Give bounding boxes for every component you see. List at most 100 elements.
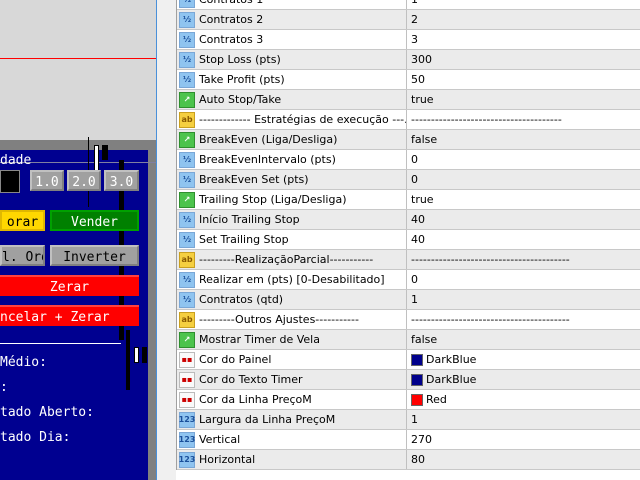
param-row[interactable]: 123 Vertical 270: [177, 430, 640, 450]
param-row[interactable]: ▪▪ Cor do Texto Timer DarkBlue: [177, 370, 640, 390]
param-value-cell[interactable]: 3: [407, 30, 640, 49]
param-value-cell[interactable]: 40: [407, 230, 640, 249]
param-row[interactable]: ab ---------Outros Ajustes----------- ----…: [177, 310, 640, 330]
param-value-cell[interactable]: DarkBlue: [407, 370, 640, 389]
param-row[interactable]: ½ BreakEvenIntervalo (pts) 0: [177, 150, 640, 170]
param-name-cell: ↗ Auto Stop/Take: [177, 90, 407, 109]
param-value-cell[interactable]: true: [407, 190, 640, 209]
param-value-cell[interactable]: 2: [407, 10, 640, 29]
cancel-orders-button[interactable]: l. Ord: [0, 245, 45, 266]
param-name-cell: 123 Largura da Linha PreçoM: [177, 410, 407, 429]
param-value-cell[interactable]: 0: [407, 150, 640, 169]
param-row[interactable]: ↗ BreakEven (Liga/Desliga) false: [177, 130, 640, 150]
param-value-cell[interactable]: DarkBlue: [407, 350, 640, 369]
param-row[interactable]: 123 Largura da Linha PreçoM 1: [177, 410, 640, 430]
qty-1-button[interactable]: 1.0: [30, 170, 64, 191]
num-type-icon: ½: [179, 151, 195, 168]
color-swatch: [411, 393, 423, 406]
param-value[interactable]: 0: [411, 273, 418, 286]
candle: [142, 347, 147, 363]
param-value[interactable]: 0: [411, 153, 418, 166]
param-row[interactable]: 123 Horizontal 80: [177, 450, 640, 470]
cancel-zero-button[interactable]: ncelar + Zerar: [0, 305, 139, 326]
param-name: Horizontal: [199, 453, 256, 466]
param-row[interactable]: ↗ Trailing Stop (Liga/Desliga) true: [177, 190, 640, 210]
param-value[interactable]: 300: [411, 53, 432, 66]
param-value[interactable]: 40: [411, 233, 425, 246]
param-value[interactable]: ----------------------------------------: [411, 313, 570, 326]
param-value[interactable]: false: [411, 133, 437, 146]
param-row[interactable]: ↗ Auto Stop/Take true: [177, 90, 640, 110]
invert-button[interactable]: Inverter: [50, 245, 139, 266]
bool-type-icon: ↗: [179, 191, 195, 208]
param-value[interactable]: Red: [426, 393, 447, 406]
splitter[interactable]: [156, 0, 176, 480]
param-value-cell[interactable]: 0: [407, 170, 640, 189]
param-value[interactable]: DarkBlue: [426, 353, 476, 366]
zero-button[interactable]: Zerar: [0, 275, 139, 296]
param-value-cell[interactable]: false: [407, 330, 640, 349]
param-name-cell: ½ Stop Loss (pts): [177, 50, 407, 69]
param-value-cell[interactable]: 50: [407, 70, 640, 89]
param-value-cell[interactable]: 80: [407, 450, 640, 469]
param-value-cell[interactable]: false: [407, 130, 640, 149]
param-value[interactable]: 1: [411, 0, 418, 6]
param-name: Contratos 1: [199, 0, 263, 6]
sell-button[interactable]: Vender: [50, 210, 139, 231]
param-row[interactable]: ½ Início Trailing Stop 40: [177, 210, 640, 230]
param-value-cell[interactable]: 300: [407, 50, 640, 69]
param-value[interactable]: 3: [411, 33, 418, 46]
param-value[interactable]: DarkBlue: [426, 373, 476, 386]
param-row[interactable]: ½ Contratos 2 2: [177, 10, 640, 30]
param-value-cell[interactable]: true: [407, 90, 640, 109]
param-name-cell: ab ------------- Estratégias de execução …: [177, 110, 407, 129]
param-row[interactable]: ▪▪ Cor da Linha PreçoM Red: [177, 390, 640, 410]
param-value[interactable]: 1: [411, 413, 418, 426]
param-value[interactable]: false: [411, 333, 437, 346]
param-value[interactable]: true: [411, 93, 434, 106]
buy-button[interactable]: orar: [0, 210, 45, 231]
quantity-input[interactable]: [0, 170, 20, 193]
param-row[interactable]: ½ Take Profit (pts) 50: [177, 70, 640, 90]
param-value-cell[interactable]: 0: [407, 270, 640, 289]
qty-3-button[interactable]: 3.0: [104, 170, 139, 191]
param-value[interactable]: true: [411, 193, 434, 206]
param-value[interactable]: ----------------------------------------: [411, 253, 570, 266]
param-value-cell[interactable]: Red: [407, 390, 640, 409]
param-value-cell[interactable]: ----------------------------------------: [407, 310, 640, 329]
param-name: Vertical: [199, 433, 241, 446]
param-row[interactable]: ½ Contratos 1 1: [177, 0, 640, 10]
param-row[interactable]: ½ Realizar em (pts) [0-Desabilitado] 0: [177, 270, 640, 290]
param-value[interactable]: 1: [411, 293, 418, 306]
param-name: Contratos (qtd): [199, 293, 284, 306]
param-value-cell[interactable]: 1: [407, 410, 640, 429]
param-value[interactable]: 0: [411, 173, 418, 186]
param-row[interactable]: ½ BreakEven Set (pts) 0: [177, 170, 640, 190]
param-row[interactable]: ab ------------- Estratégias de execução …: [177, 110, 640, 130]
param-value[interactable]: --------------------------------------: [411, 113, 562, 126]
param-value[interactable]: 2: [411, 13, 418, 26]
param-row[interactable]: ½ Contratos 3 3: [177, 30, 640, 50]
param-value[interactable]: 40: [411, 213, 425, 226]
param-row[interactable]: ½ Set Trailing Stop 40: [177, 230, 640, 250]
param-row[interactable]: ½ Contratos (qtd) 1: [177, 290, 640, 310]
param-row[interactable]: ½ Stop Loss (pts) 300: [177, 50, 640, 70]
param-value[interactable]: 50: [411, 73, 425, 86]
param-name: Mostrar Timer de Vela: [199, 333, 320, 346]
param-name-cell: ½ Contratos (qtd): [177, 290, 407, 309]
param-row[interactable]: ab ---------RealizaçãoParcial----------- -…: [177, 250, 640, 270]
param-row[interactable]: ▪▪ Cor do Painel DarkBlue: [177, 350, 640, 370]
qty-2-button[interactable]: 2.0: [67, 170, 101, 191]
param-value-cell[interactable]: 1: [407, 0, 640, 9]
param-value-cell[interactable]: 1: [407, 290, 640, 309]
price-chart[interactable]: dade 1.0 2.0 3.0 orar Vender l. Ord Inve…: [0, 0, 156, 480]
param-value[interactable]: 80: [411, 453, 425, 466]
param-value-cell[interactable]: --------------------------------------: [407, 110, 640, 129]
price-line: [0, 58, 156, 59]
param-value-cell[interactable]: 40: [407, 210, 640, 229]
param-value[interactable]: 270: [411, 433, 432, 446]
param-row[interactable]: ↗ Mostrar Timer de Vela false: [177, 330, 640, 350]
param-value-cell[interactable]: 270: [407, 430, 640, 449]
param-name: Contratos 3: [199, 33, 264, 46]
param-value-cell[interactable]: ----------------------------------------: [407, 250, 640, 269]
